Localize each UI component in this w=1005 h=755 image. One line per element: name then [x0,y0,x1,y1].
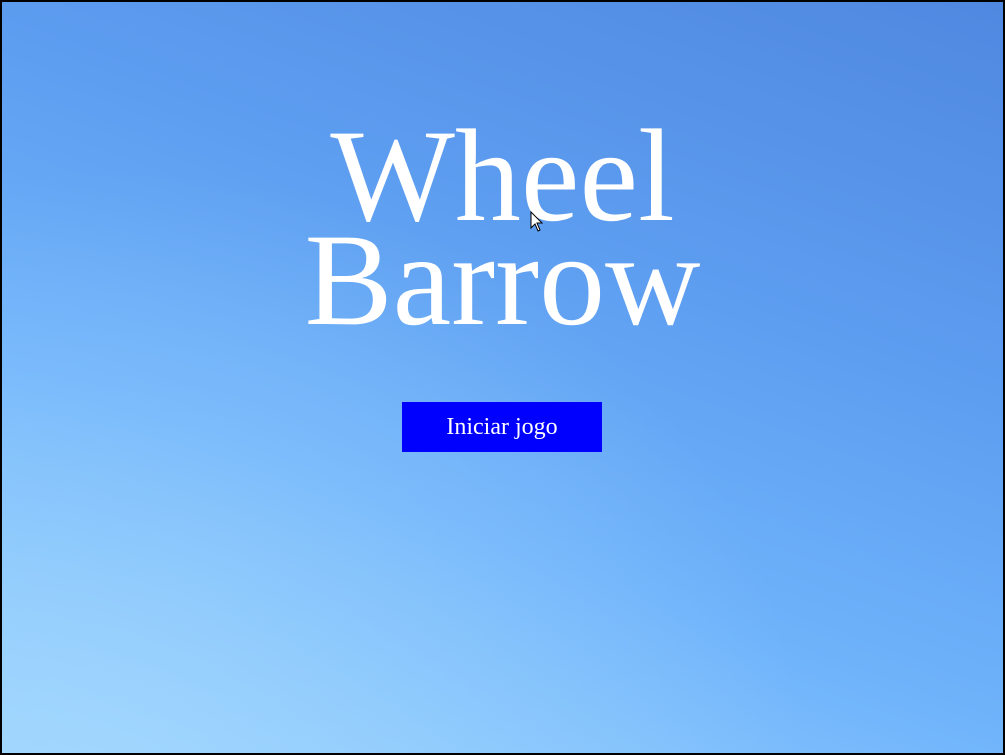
start-game-button[interactable]: Iniciar jogo [402,402,602,452]
title-line-barrow: Barrow [304,206,701,353]
mouse-pointer-icon [530,211,544,232]
game-screen: Wheel Barrow Iniciar jogo [0,0,1005,755]
game-title: Wheel Barrow [2,110,1003,353]
